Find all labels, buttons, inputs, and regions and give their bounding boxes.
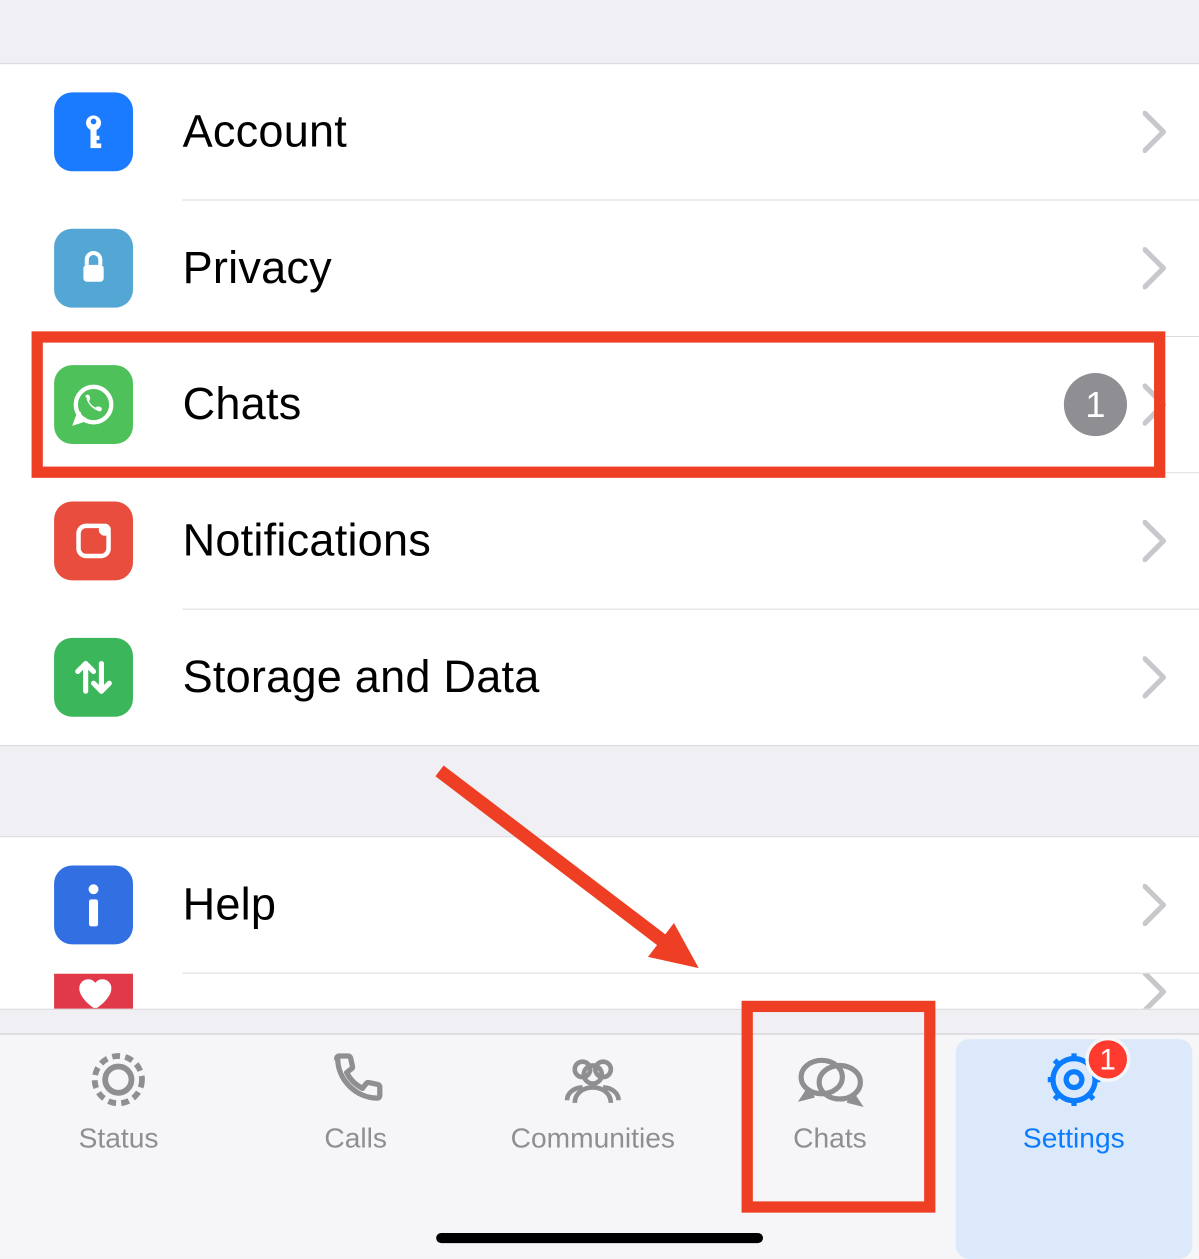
status-icon [73, 1046, 163, 1114]
home-indicator [436, 1233, 763, 1243]
chevron-right-icon [1143, 656, 1168, 699]
settings-row-label: Account [183, 107, 1143, 158]
lock-icon [54, 229, 133, 308]
tab-status[interactable]: Status [0, 1046, 237, 1259]
heart-icon [54, 974, 133, 1009]
settings-row-chats[interactable]: Chats 1 [0, 337, 1199, 472]
info-icon [54, 866, 133, 945]
chats-icon [785, 1046, 875, 1114]
settings-row-help[interactable]: Help [0, 837, 1199, 972]
phone-icon [311, 1046, 401, 1114]
notification-badge: 1 [1085, 1037, 1130, 1082]
tab-label: Calls [324, 1122, 387, 1155]
settings-row-label: Storage and Data [183, 652, 1143, 703]
settings-row-label: Help [183, 880, 1143, 931]
gear-icon: 1 [1029, 1046, 1119, 1114]
settings-row-tell-friend[interactable] [0, 974, 1199, 1009]
tab-communities[interactable]: Communities [474, 1046, 711, 1259]
settings-row-account[interactable]: Account [0, 64, 1199, 199]
tab-label: Communities [511, 1122, 675, 1155]
settings-row-label: Privacy [183, 243, 1143, 294]
notification-icon [54, 502, 133, 581]
settings-row-label: Notifications [183, 516, 1143, 567]
tab-label: Status [79, 1122, 159, 1155]
settings-row-label: Chats [183, 379, 1064, 430]
chevron-right-icon [1143, 247, 1168, 290]
settings-group-1: Account Privacy Chats 1 [0, 63, 1199, 746]
key-icon [54, 92, 133, 171]
tab-label: Chats [793, 1122, 867, 1155]
chevron-right-icon [1143, 383, 1168, 426]
tab-label: Settings [1023, 1122, 1125, 1155]
whatsapp-icon [54, 365, 133, 444]
settings-row-privacy[interactable]: Privacy [0, 201, 1199, 336]
tab-chats[interactable]: Chats [711, 1046, 948, 1259]
tab-bar: Status Calls Communities Chats 1 Setting… [0, 1033, 1199, 1258]
settings-row-storage[interactable]: Storage and Data [0, 610, 1199, 745]
section-gap [0, 0, 1199, 63]
chevron-right-icon [1143, 974, 1168, 1009]
chevron-right-icon [1143, 884, 1168, 927]
chevron-right-icon [1143, 520, 1168, 563]
settings-row-notifications[interactable]: Notifications [0, 473, 1199, 608]
settings-group-2: Help [0, 836, 1199, 1010]
chevron-right-icon [1143, 110, 1168, 153]
tab-settings[interactable]: 1 Settings [955, 1039, 1192, 1259]
community-icon [548, 1046, 638, 1114]
tab-calls[interactable]: Calls [237, 1046, 474, 1259]
section-gap [0, 746, 1199, 836]
unread-badge: 1 [1064, 373, 1127, 436]
data-arrows-icon [54, 638, 133, 717]
